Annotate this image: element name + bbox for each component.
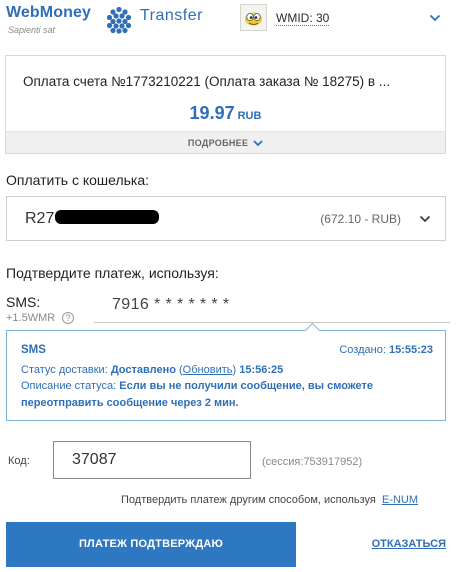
sms-method-label: SMS: (6, 294, 41, 310)
wallet-select[interactable]: R27 (672.10 - RUB) (6, 196, 446, 241)
amount-value: 19.97 (189, 103, 235, 123)
wallet-section-label: Оплатить с кошелька: (6, 172, 150, 188)
phone-underline (94, 322, 450, 323)
confirm-payment-button[interactable]: ПЛАТЕЖ ПОДТВЕРЖДАЮ (6, 522, 296, 567)
purse-prefix: R27 (25, 210, 55, 227)
delivery-label: Статус доставки: (21, 364, 108, 376)
purse-balance: (672.10 - RUB) (320, 212, 401, 226)
webmoney-logo: WebMoney Sapienti sat Transfer (6, 4, 221, 44)
avatar (240, 4, 267, 31)
invoice-card: Оплата счета №1773210221 (Оплата заказа … (5, 55, 446, 154)
details-label[interactable]: ПОДРОБНЕЕ (188, 138, 248, 148)
chevron-down-icon[interactable] (429, 14, 441, 22)
logo-slogan: Sapienti sat (8, 25, 56, 35)
logo-product: Transfer (140, 7, 203, 24)
chevron-down-icon[interactable] (253, 140, 263, 147)
help-icon[interactable]: ? (62, 312, 74, 324)
amount-currency: RUB (237, 110, 262, 122)
refresh-link[interactable]: Обновить (183, 364, 233, 376)
created-time: 15:55:23 (388, 344, 433, 356)
globe-icon (106, 6, 132, 34)
purse-number: R27 (25, 210, 160, 228)
sms-status-title: SMS (21, 344, 46, 356)
avatar-image (245, 12, 262, 26)
sms-fee: +1.5WMR (6, 312, 56, 324)
details-toggle[interactable]: ПОДРОБНЕЕ (6, 131, 445, 153)
code-input[interactable] (53, 441, 251, 479)
session-id: (сессия:753917952) (262, 456, 363, 468)
status-pointer (304, 322, 321, 339)
delivery-time: 15:56:25 (239, 364, 284, 376)
enum-link[interactable]: E-NUM (382, 494, 418, 506)
sms-status-box: SMS Создано: 15:55:23 Статус доставки: Д… (6, 322, 446, 421)
phone-number: 7916 * * * * * * * (112, 296, 230, 313)
status-description: Описание статуса: Если вы не получили со… (21, 378, 431, 412)
confirm-section-label: Подтвердите платеж, используя: (6, 265, 219, 281)
delivery-status: Статус доставки: Доставлено (Обновить) 1… (21, 364, 284, 376)
logo-brand: WebMoney (6, 4, 91, 21)
created-label: Создано: (339, 344, 386, 356)
alternative-text: Подтвердить платеж другим способом, испо… (121, 494, 376, 506)
description-label: Описание статуса: (21, 380, 117, 392)
chevron-down-icon[interactable] (419, 215, 431, 223)
code-label: Код: (8, 455, 30, 467)
cancel-link[interactable]: ОТКАЗАТЬСЯ (372, 538, 446, 550)
wmid-label[interactable]: WMID: 30 (276, 12, 330, 26)
invoice-description: Оплата счета №1773210221 (Оплата заказа … (23, 74, 391, 89)
alternative-confirmation: Подтвердить платеж другим способом, испо… (121, 494, 418, 506)
invoice-amount: 19.97 RUB (6, 103, 445, 124)
purse-redaction (55, 210, 160, 224)
wmid-selector[interactable]: WMID: 30 (240, 4, 445, 32)
sms-created: Создано: 15:55:23 (339, 344, 433, 356)
delivery-value: Доставлено (110, 364, 176, 376)
